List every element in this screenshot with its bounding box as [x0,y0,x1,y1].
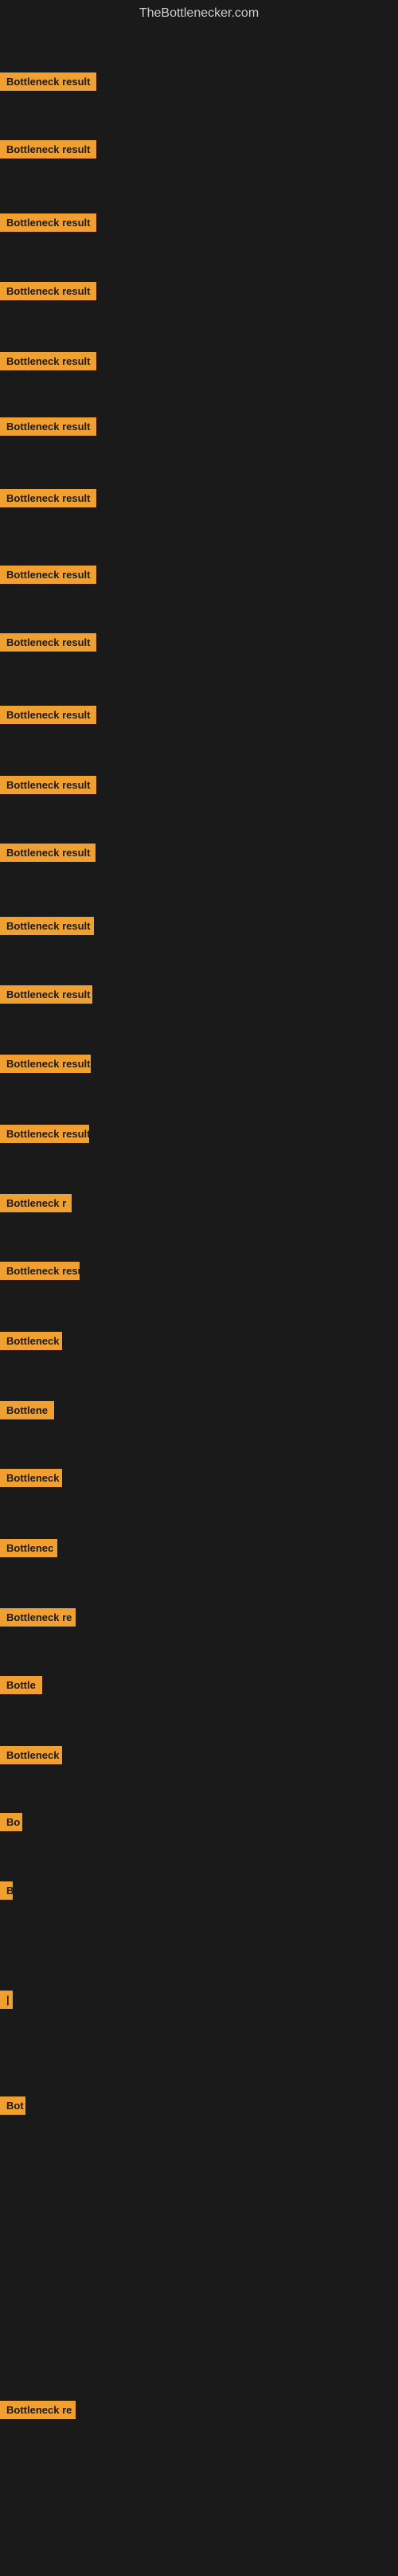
bottleneck-result-label: Bottleneck result [0,352,96,370]
bottleneck-result-item: Bottleneck result [0,489,96,511]
bottleneck-result-item: Bottlenec [0,1539,57,1561]
bottleneck-result-label: Bottleneck result [0,776,96,794]
bottleneck-result-label: Bottleneck result [0,213,96,232]
bottleneck-result-label: Bottleneck result [0,566,96,584]
bottleneck-result-item: | [0,1991,13,2013]
bottleneck-result-label: Bottleneck result [0,1055,91,1073]
bottleneck-result-item: Bottleneck [0,1469,62,1491]
bottleneck-result-item: Bottleneck result [0,1055,91,1077]
bottleneck-result-item: Bottleneck result [0,1125,89,1147]
bottleneck-result-label: Bot [0,2096,25,2115]
bottleneck-result-label: Bottleneck result [0,706,96,724]
bottleneck-result-label: Bo [0,1813,22,1831]
bottleneck-result-item: Bottleneck result [0,72,96,95]
bottleneck-result-item: Bottleneck result [0,352,96,374]
bottleneck-result-item: Bottleneck result [0,985,92,1008]
bottleneck-result-label: Bottleneck result [0,985,92,1004]
bottleneck-result-item: Bottleneck [0,1332,62,1354]
bottleneck-result-label: Bottleneck result [0,282,96,300]
bottleneck-result-item: Bottleneck result [0,706,96,728]
bottleneck-result-label: Bottle [0,1676,42,1694]
bottleneck-result-item: Bottleneck result [0,844,96,866]
bottleneck-result-label: Bottleneck [0,1469,62,1487]
bottleneck-result-label: Bottleneck result [0,917,94,935]
bottleneck-result-item: Bottleneck result [0,566,96,588]
bottleneck-result-item: Bottle [0,1676,42,1698]
bottleneck-result-item: Bottleneck resu [0,1262,80,1284]
bottleneck-result-label: Bottleneck re [0,2401,76,2419]
bottleneck-result-label: Bottleneck result [0,72,96,91]
bottleneck-result-item: Bottleneck re [0,1608,76,1631]
bottleneck-result-item: Bottleneck result [0,140,96,162]
bottleneck-result-item: Bottleneck re [0,2401,76,2423]
bottleneck-result-label: Bottleneck [0,1332,62,1350]
bottleneck-result-label: Bottlenec [0,1539,57,1557]
bottleneck-result-item: Bottleneck result [0,417,96,440]
bottleneck-result-label: Bottleneck re [0,1608,76,1627]
bottleneck-result-label: Bottleneck resu [0,1262,80,1280]
bottleneck-result-label: Bottleneck result [0,1125,89,1143]
bottleneck-result-label: B [0,1881,13,1900]
bottleneck-result-label: Bottleneck result [0,140,96,159]
bottleneck-result-item: B [0,1881,13,1904]
bottleneck-result-item: Bottleneck result [0,213,96,236]
bottleneck-result-item: Bottlene [0,1401,54,1423]
bottleneck-result-label: Bottleneck result [0,844,96,862]
site-title: TheBottlenecker.com [0,0,398,27]
bottleneck-result-label: Bottlene [0,1401,54,1419]
bottleneck-result-label: Bottleneck result [0,489,96,507]
bottleneck-result-item: Bottleneck result [0,282,96,304]
bottleneck-result-item: Bottleneck [0,1746,62,1768]
bottleneck-result-item: Bot [0,2096,25,2119]
bottleneck-result-item: Bottleneck result [0,776,96,798]
bottleneck-result-item: Bottleneck r [0,1194,72,1216]
bottleneck-result-label: Bottleneck [0,1746,62,1764]
bottleneck-result-item: Bottleneck result [0,917,94,939]
bottleneck-result-label: | [0,1991,13,2009]
bottleneck-result-label: Bottleneck result [0,417,96,436]
bottleneck-result-label: Bottleneck r [0,1194,72,1212]
bottleneck-result-item: Bottleneck result [0,633,96,656]
bottleneck-result-label: Bottleneck result [0,633,96,652]
bottleneck-result-item: Bo [0,1813,22,1835]
